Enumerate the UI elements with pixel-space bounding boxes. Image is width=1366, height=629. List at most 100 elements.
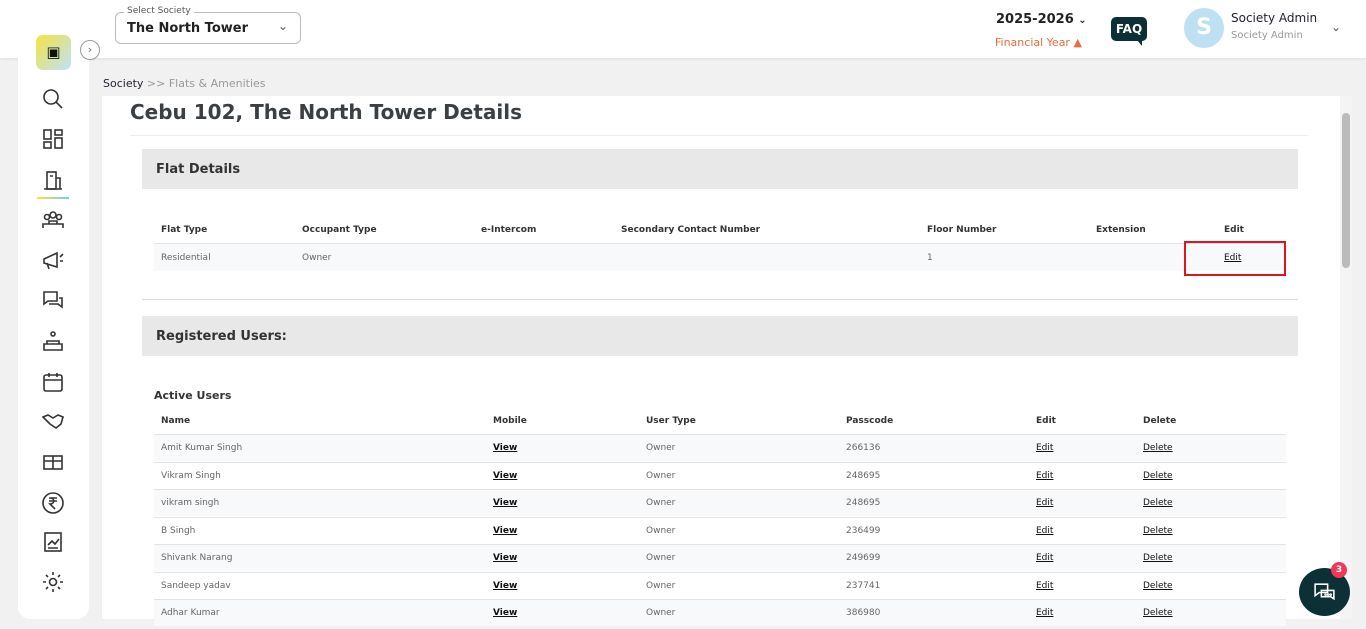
view-mobile-link[interactable]: View	[493, 553, 517, 563]
col-floor-number: Floor Number	[927, 225, 997, 235]
delete-user-link[interactable]: Delete	[1143, 443, 1173, 453]
chat-icon	[1314, 583, 1335, 601]
user-type-cell: Owner	[646, 525, 676, 536]
user-name: Society Admin	[1231, 11, 1318, 25]
flat-type-value: Residential	[161, 253, 211, 263]
edit-user-link[interactable]: Edit	[1036, 498, 1053, 508]
financial-year-text: Financial Year	[995, 36, 1070, 49]
delete-user-link[interactable]: Delete	[1143, 498, 1173, 508]
avatar[interactable]: S	[1184, 8, 1224, 48]
passcode-cell: 237741	[846, 580, 881, 591]
megaphone-icon[interactable]	[40, 248, 66, 274]
active-nav-indicator	[37, 197, 69, 199]
table-row	[154, 461, 1286, 489]
col-e-intercom: e-Intercom	[481, 225, 537, 235]
reports-icon[interactable]	[40, 529, 66, 555]
col-edit: Edit	[1036, 416, 1056, 426]
user-type-cell: Owner	[646, 470, 676, 481]
user-type-cell: Owner	[646, 580, 676, 591]
dashboard-icon[interactable]	[40, 126, 66, 152]
financial-year-label: Financial Year ▲	[995, 36, 1082, 49]
edit-user-link[interactable]: Edit	[1036, 526, 1053, 536]
floor-number-value: 1	[927, 253, 933, 263]
passcode-cell: 266136	[846, 443, 881, 453]
col-user-type: User Type	[646, 416, 696, 426]
occupant-type-value: Owner	[302, 253, 332, 263]
user-role: Society Admin	[1231, 30, 1303, 41]
breadcrumb-current: Flats & Amenities	[168, 77, 266, 90]
user-type-cell: Owner	[646, 443, 676, 453]
user-type-cell: Owner	[646, 498, 676, 508]
user-name-cell: B Singh	[161, 525, 196, 536]
sidebar-toggle-button[interactable]: ›	[80, 40, 100, 60]
col-edit: Edit	[1224, 225, 1244, 235]
society-select-value: The North Tower	[127, 21, 248, 36]
chevron-down-icon: ⌄	[277, 19, 288, 33]
table-row	[154, 434, 1286, 461]
edit-user-link[interactable]: Edit	[1036, 581, 1053, 591]
financial-year-select[interactable]: 2025-2026 ⌄	[996, 12, 1087, 27]
members-icon[interactable]	[40, 207, 66, 233]
facility-icon[interactable]	[40, 329, 66, 355]
col-passcode: Passcode	[846, 416, 894, 426]
delete-user-link[interactable]: Delete	[1143, 526, 1173, 536]
col-flat-type: Flat Type	[161, 225, 208, 235]
edit-user-link[interactable]: Edit	[1036, 553, 1053, 563]
edit-user-link[interactable]: Edit	[1036, 443, 1053, 453]
user-type-cell: Owner	[646, 608, 676, 618]
financial-year-value: 2025-2026	[996, 12, 1074, 27]
passcode-cell: 248695	[846, 470, 881, 481]
user-type-cell: Owner	[646, 553, 676, 563]
settings-gear-icon[interactable]	[40, 569, 66, 595]
user-menu-chevron-icon[interactable]: ⌄	[1331, 20, 1341, 34]
breadcrumb-society-link[interactable]: Society	[103, 77, 143, 90]
chat-bubbles-icon[interactable]	[40, 287, 66, 313]
breadcrumb: Society >> Flats & Amenities	[103, 77, 266, 90]
user-name-cell: vikram singh	[161, 498, 220, 508]
registered-users-heading: Registered Users:	[142, 316, 1298, 356]
user-name-cell: Sandeep yadav	[161, 580, 231, 591]
view-mobile-link[interactable]: View	[493, 608, 517, 618]
table-row	[154, 544, 1286, 571]
delete-user-link[interactable]: Delete	[1143, 581, 1173, 591]
view-mobile-link[interactable]: View	[493, 526, 517, 536]
delete-user-link[interactable]: Delete	[1143, 553, 1173, 563]
delete-user-link[interactable]: Delete	[1143, 471, 1173, 481]
delete-user-link[interactable]: Delete	[1143, 608, 1173, 618]
col-extension: Extension	[1096, 225, 1146, 235]
col-delete: Delete	[1143, 416, 1177, 426]
view-mobile-link[interactable]: View	[493, 581, 517, 591]
table-row	[154, 571, 1286, 599]
col-mobile: Mobile	[493, 416, 527, 426]
inventory-icon[interactable]	[40, 449, 66, 475]
society-select-label: Select Society	[124, 6, 194, 16]
passcode-cell: 249699	[846, 553, 881, 563]
faq-button[interactable]: FAQ	[1111, 17, 1147, 46]
user-name-cell: Amit Kumar Singh	[161, 443, 243, 453]
edit-user-link[interactable]: Edit	[1036, 608, 1053, 618]
view-mobile-link[interactable]: View	[493, 443, 517, 453]
table-row	[154, 599, 1286, 626]
active-users-heading: Active Users	[154, 389, 232, 402]
view-mobile-link[interactable]: View	[493, 498, 517, 508]
handshake-icon[interactable]	[40, 408, 66, 434]
passcode-cell: 248695	[846, 498, 881, 508]
scrollbar-thumb[interactable]	[1342, 113, 1350, 268]
page-title: Cebu 102, The North Tower Details	[130, 100, 523, 124]
user-name-cell: Adhar Kumar	[161, 608, 220, 618]
search-icon[interactable]	[40, 86, 66, 112]
society-select[interactable]: Select Society The North Tower ⌄	[115, 6, 301, 44]
rupee-icon[interactable]	[40, 490, 66, 516]
edit-user-link[interactable]: Edit	[1036, 471, 1053, 481]
table-row	[154, 489, 1286, 516]
calendar-icon[interactable]	[40, 369, 66, 395]
chevron-down-icon: ⌄	[1078, 15, 1087, 26]
app-logo[interactable]: ▣	[36, 35, 71, 70]
breadcrumb-separator: >>	[146, 77, 166, 90]
view-mobile-link[interactable]: View	[493, 471, 517, 481]
building-icon[interactable]	[40, 167, 66, 193]
flat-edit-link[interactable]: Edit	[1224, 253, 1241, 263]
chat-notification-badge: 3	[1331, 562, 1347, 578]
passcode-cell: 386980	[846, 608, 881, 618]
col-name: Name	[161, 416, 191, 426]
